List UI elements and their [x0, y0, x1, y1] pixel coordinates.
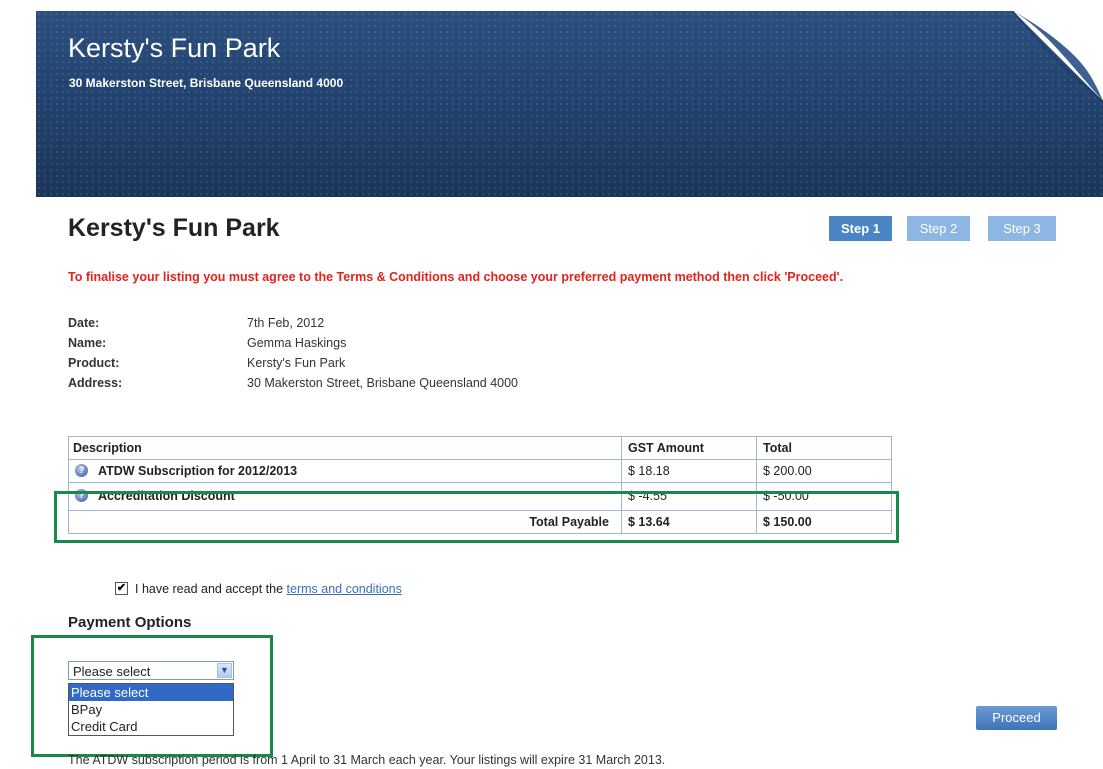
detail-label: Address:: [68, 376, 123, 390]
row-description: ATDW Subscription for 2012/2013: [98, 464, 298, 478]
payment-dropdown-list: Please select BPay Credit Card: [68, 683, 234, 736]
terms-checkbox[interactable]: ✔: [115, 582, 128, 596]
banner-title: Kersty's Fun Park: [68, 33, 281, 63]
detail-label: Name:: [68, 336, 107, 350]
detail-value: 30 Makerston Street, Brisbane Queensland…: [247, 376, 519, 390]
page-title: Kersty's Fun Park: [68, 214, 280, 242]
detail-label: Date:: [68, 316, 100, 330]
terms-row: ✔ I have read and accept the terms and co…: [115, 582, 402, 596]
row-description: Accreditation Discount: [98, 489, 235, 503]
step-2-tab[interactable]: Step 2: [907, 216, 970, 241]
row-description-cell: ? Accreditation Discount: [69, 483, 624, 510]
payment-option-bpay[interactable]: BPay: [69, 701, 233, 718]
terms-text: I have read and accept the: [135, 582, 284, 596]
info-icon[interactable]: ?: [75, 489, 88, 503]
detail-label: Product:: [68, 356, 120, 370]
detail-value: Gemma Haskings: [247, 336, 347, 350]
info-icon[interactable]: ?: [75, 464, 88, 478]
header-gst: GST Amount: [621, 437, 756, 459]
total-amount: $ 150.00: [756, 511, 891, 533]
chevron-down-icon[interactable]: ▼: [217, 663, 232, 678]
detail-value: 7th Feb, 2012: [247, 316, 325, 330]
row-description-cell: ? ATDW Subscription for 2012/2013: [69, 460, 624, 482]
detail-value: Kersty's Fun Park: [247, 356, 346, 370]
row-gst: $ -4.55: [621, 483, 756, 510]
subscription-note: The ATDW subscription period is from 1 A…: [68, 753, 666, 767]
banner-address: 30 Makerston Street, Brisbane Queensland…: [69, 76, 344, 90]
step-3-tab[interactable]: Step 3: [988, 216, 1056, 241]
instruction-notice: To finalise your listing you must agree …: [68, 270, 844, 284]
table-header-row: Description GST Amount Total: [69, 437, 891, 460]
payment-options-title: Payment Options: [68, 614, 192, 631]
table-row: ? ATDW Subscription for 2012/2013 $ 18.18…: [69, 460, 891, 483]
header-description: Description: [73, 441, 142, 455]
header-total: Total: [756, 437, 891, 459]
row-total: $ 200.00: [756, 460, 891, 482]
payment-option-credit-card[interactable]: Credit Card: [69, 718, 233, 735]
invoice-table: Description GST Amount Total ? ATDW Subsc…: [68, 436, 892, 534]
payment-option-please-select[interactable]: Please select: [69, 684, 233, 701]
total-gst: $ 13.64: [621, 511, 756, 533]
terms-link[interactable]: terms and conditions: [287, 582, 402, 596]
table-row: ? Accreditation Discount $ -4.55 $ -50.00: [69, 483, 891, 511]
proceed-button[interactable]: Proceed: [976, 706, 1057, 730]
step-1-tab[interactable]: Step 1: [829, 216, 892, 241]
total-label: Total Payable: [529, 515, 609, 529]
page-curl-icon: [1013, 11, 1103, 101]
payment-select[interactable]: Please select ▼: [68, 661, 234, 680]
row-total: $ -50.00: [756, 483, 891, 510]
total-row: Total Payable $ 13.64 $ 150.00: [69, 511, 891, 533]
row-gst: $ 18.18: [621, 460, 756, 482]
payment-select-value: Please select: [73, 664, 151, 679]
header-banner: Kersty's Fun Park 30 Makerston Street, B…: [36, 11, 1103, 197]
